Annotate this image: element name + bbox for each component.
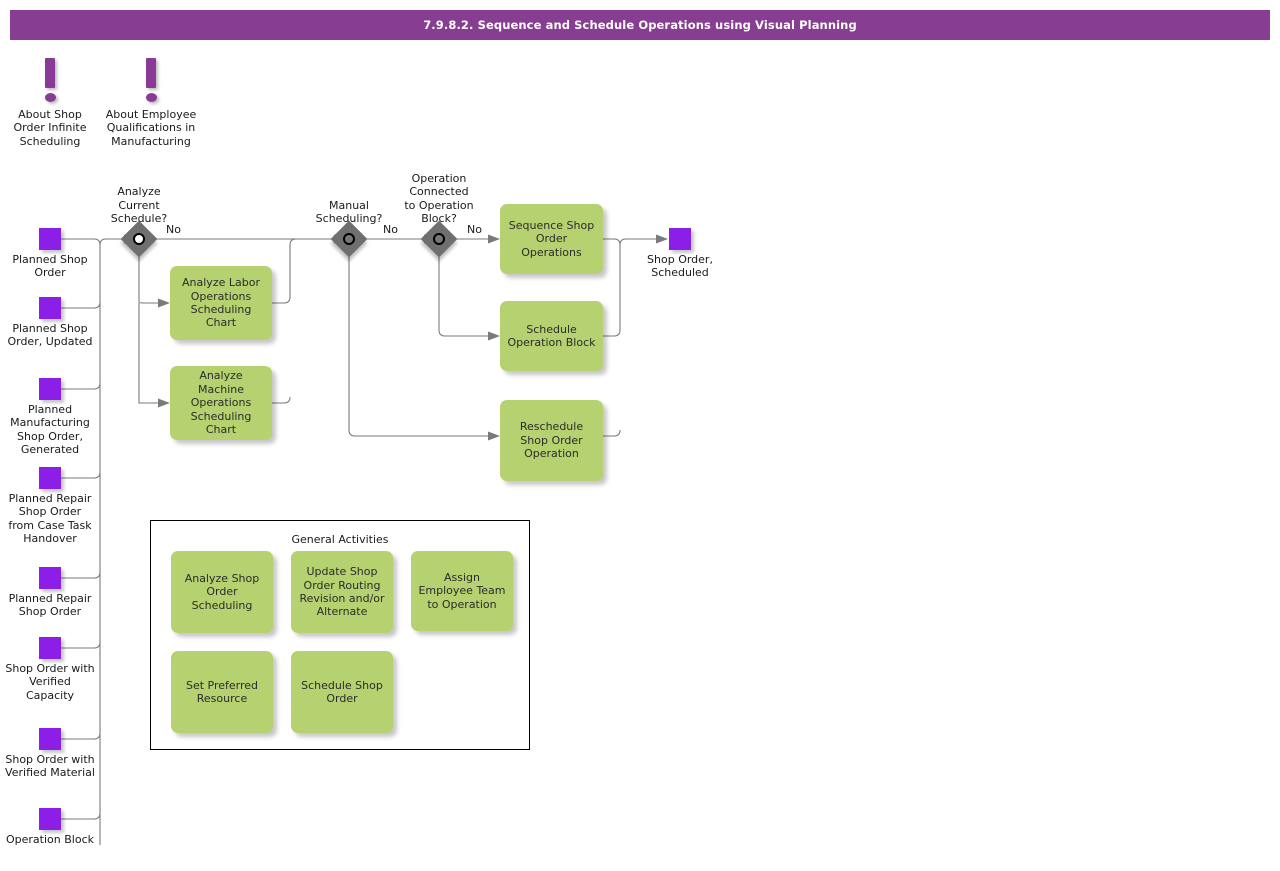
terminal-square-icon [39, 637, 61, 659]
decision-label: Operation Connected to Operation Block? [404, 172, 474, 225]
decision-marker-icon [433, 233, 445, 245]
terminal-square-icon [39, 808, 61, 830]
decision-label: Analyze Current Schedule? [110, 185, 168, 225]
edge-label-no-3: No [467, 223, 482, 236]
general-activities-panel: General Activities Analyze Shop Order Sc… [150, 520, 530, 750]
decision-analyze-current-schedule[interactable]: Analyze Current Schedule? [111, 185, 167, 258]
terminal-label: Planned Manufacturing Shop Order, Genera… [10, 403, 90, 457]
terminal-shop-order-scheduled[interactable]: Shop Order, Scheduled [635, 228, 725, 280]
exclamation-info-icon [4, 56, 96, 108]
decision-manual-scheduling[interactable]: Manual Scheduling? [316, 199, 382, 258]
activity-analyze-labor-operations-scheduling-chart[interactable]: Analyze Labor Operations Scheduling Char… [170, 266, 272, 340]
terminal-label: Planned Shop Order, Updated [7, 322, 93, 349]
terminal-planned-manufacturing-shop-order-generated[interactable]: Planned Manufacturing Shop Order, Genera… [5, 378, 95, 457]
terminal-shop-order-with-verified-material[interactable]: Shop Order with Verified Material [5, 728, 95, 780]
decision-marker-icon [133, 233, 145, 245]
exclamation-info-icon [105, 56, 197, 108]
info-node-label: About Shop Order Infinite Scheduling [13, 108, 87, 148]
decision-operation-connected-to-operation-block[interactable]: Operation Connected to Operation Block? [404, 172, 474, 258]
page-title: 7.9.8.2. Sequence and Schedule Operation… [10, 10, 1270, 40]
terminal-label: Planned Repair Shop Order from Case Task… [8, 492, 92, 546]
terminal-planned-repair-shop-order[interactable]: Planned Repair Shop Order [5, 567, 95, 619]
terminal-square-icon [39, 228, 61, 250]
activity-analyze-machine-operations-scheduling-chart[interactable]: Analyze Machine Operations Scheduling Ch… [170, 366, 272, 440]
general-activity-analyze-shop-order-scheduling[interactable]: Analyze Shop Order Scheduling [171, 551, 273, 633]
terminal-planned-repair-shop-order-from-case-task-handover[interactable]: Planned Repair Shop Order from Case Task… [5, 467, 95, 546]
terminal-square-icon [39, 467, 61, 489]
terminal-square-icon [39, 297, 61, 319]
activity-sequence-shop-order-operations[interactable]: Sequence Shop Order Operations [500, 204, 603, 274]
terminal-label: Shop Order with Verified Material [5, 753, 95, 780]
terminal-label: Shop Order with Verified Capacity [5, 662, 95, 702]
terminal-operation-block[interactable]: Operation Block [5, 808, 95, 846]
decision-marker-icon [343, 233, 355, 245]
diagram-canvas: 7.9.8.2. Sequence and Schedule Operation… [0, 0, 1280, 871]
edge-label-no-1: No [166, 223, 181, 236]
activity-schedule-operation-block[interactable]: Schedule Operation Block [500, 301, 603, 371]
general-activity-assign-employee-team-to-operation[interactable]: Assign Employee Team to Operation [411, 551, 513, 631]
terminal-square-icon [39, 567, 61, 589]
terminal-planned-shop-order[interactable]: Planned Shop Order [5, 228, 95, 280]
info-node-employee-qualifications[interactable]: About Employee Qualifications in Manufac… [105, 56, 197, 148]
general-activity-update-shop-order-routing-revision[interactable]: Update Shop Order Routing Revision and/o… [291, 551, 393, 633]
terminal-label: Shop Order, Scheduled [647, 253, 713, 280]
terminal-label: Planned Shop Order [12, 253, 88, 280]
info-node-label: About Employee Qualifications in Manufac… [105, 108, 197, 148]
terminal-square-icon [39, 728, 61, 750]
terminal-label: Operation Block [6, 833, 94, 846]
terminal-label: Planned Repair Shop Order [8, 592, 92, 619]
general-activities-title: General Activities [291, 533, 389, 546]
edge-label-no-2: No [383, 223, 398, 236]
general-activity-set-preferred-resource[interactable]: Set Preferred Resource [171, 651, 273, 733]
info-node-shop-order-infinite-scheduling[interactable]: About Shop Order Infinite Scheduling [4, 56, 96, 148]
general-activity-schedule-shop-order[interactable]: Schedule Shop Order [291, 651, 393, 733]
terminal-planned-shop-order-updated[interactable]: Planned Shop Order, Updated [5, 297, 95, 349]
activity-reschedule-shop-order-operation[interactable]: Reschedule Shop Order Operation [500, 400, 603, 481]
terminal-shop-order-with-verified-capacity[interactable]: Shop Order with Verified Capacity [5, 637, 95, 702]
terminal-square-icon [669, 228, 691, 250]
terminal-square-icon [39, 378, 61, 400]
